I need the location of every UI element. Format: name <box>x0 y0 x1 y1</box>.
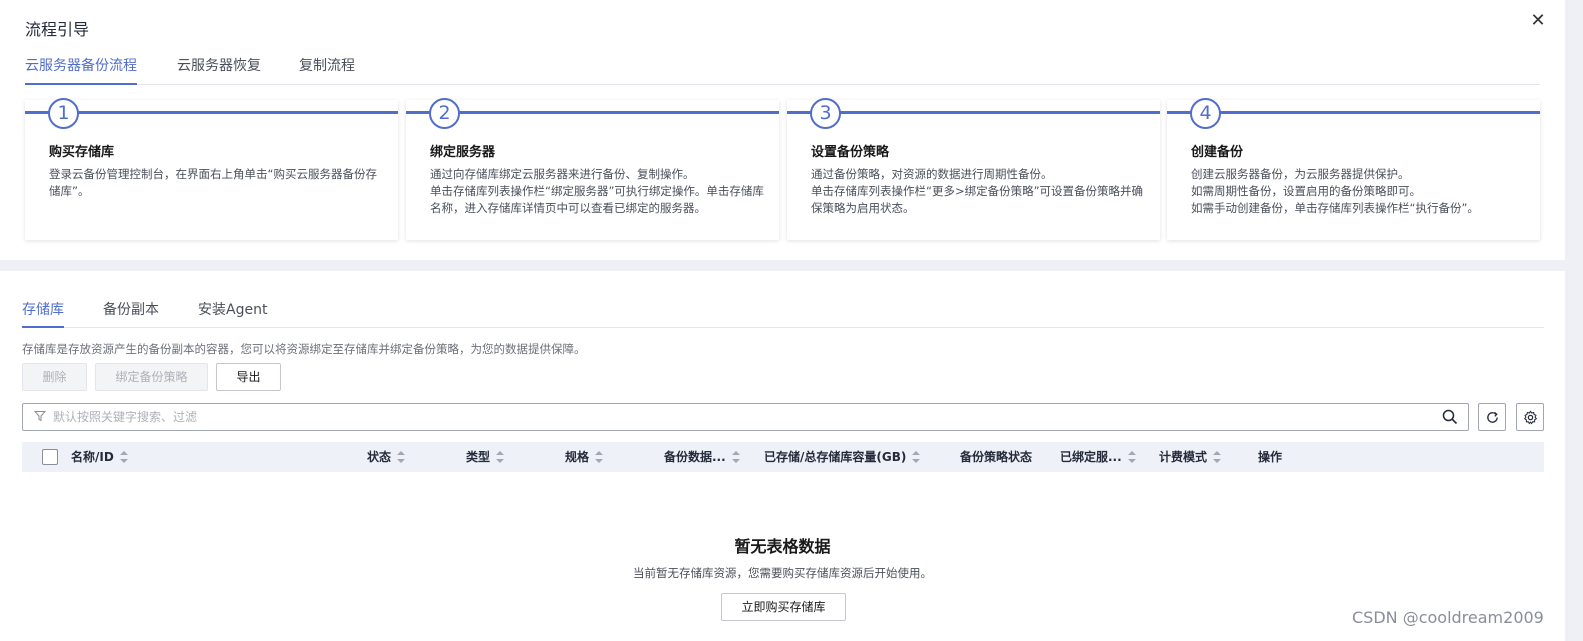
settings-button[interactable] <box>1516 403 1544 431</box>
search-input[interactable] <box>53 407 1433 427</box>
export-button[interactable]: 导出 <box>216 363 281 391</box>
step-title: 创建备份 <box>1191 145 1244 160</box>
step-card-4: 4 创建备份 创建云服务器备份，为云服务器提供保护。 如需周期性备份，设置启用的… <box>1167 98 1540 240</box>
tab-vaults[interactable]: 存储库 <box>22 299 64 328</box>
tab-install-agent[interactable]: 安装Agent <box>198 299 267 328</box>
step-title: 购买存储库 <box>49 145 115 160</box>
sort-icon[interactable] <box>595 450 604 463</box>
sort-icon[interactable] <box>731 450 740 463</box>
step-number: 4 <box>1190 98 1221 129</box>
select-all-checkbox[interactable] <box>42 449 58 465</box>
column-label: 类型 <box>466 450 491 464</box>
sort-icon[interactable] <box>496 450 505 463</box>
step-desc-line: 单击存储库列表操作栏“绑定服务器”可执行绑定操作。单击存储库名称，进入存储库详情… <box>430 184 764 215</box>
refresh-button[interactable] <box>1478 403 1506 431</box>
sort-icon[interactable] <box>1213 450 1222 463</box>
step-desc-line: 通过向存储库绑定云服务器来进行备份、复制操作。 <box>430 167 695 181</box>
column-label: 名称/ID <box>71 450 114 464</box>
step-card-1: 1 购买存储库 登录云备份管理控制台，在界面右上角单击“购买云服务器备份存储库”… <box>25 98 398 240</box>
tab-server-restore[interactable]: 云服务器恢复 <box>177 55 261 85</box>
step-line <box>1167 111 1540 114</box>
column-header-bound-servers[interactable]: 已绑定服... <box>1060 442 1136 472</box>
column-label: 状态 <box>367 450 392 464</box>
step-desc-line: 登录云备份管理控制台，在界面右上角单击“购买云服务器备份存储库”。 <box>49 167 377 198</box>
step-desc-line: 如需手动创建备份，单击存储库列表操作栏“执行备份”。 <box>1191 201 1479 215</box>
column-header-type[interactable]: 类型 <box>466 442 505 472</box>
column-header-billing[interactable]: 计费模式 <box>1159 442 1222 472</box>
step-desc-line: 通过备份策略，对资源的数据进行周期性备份。 <box>811 167 1053 181</box>
column-label: 已绑定服... <box>1060 450 1122 464</box>
close-icon[interactable]: ✕ <box>1529 12 1547 30</box>
step-description: 创建云服务器备份，为云服务器提供保护。 如需周期性备份，设置启用的备份策略即可。… <box>1191 166 1526 217</box>
step-card-2: 2 绑定服务器 通过向存储库绑定云服务器来进行备份、复制操作。 单击存储库列表操… <box>406 98 779 240</box>
empty-state-title: 暂无表格数据 <box>734 537 831 556</box>
column-header-policy-status: 备份策略状态 <box>960 450 1033 464</box>
guide-tabs: 云服务器备份流程 云服务器恢复 复制流程 <box>25 55 1540 85</box>
sort-icon[interactable] <box>119 450 128 463</box>
step-title: 绑定服务器 <box>430 145 496 160</box>
buy-vault-button[interactable]: 立即购买存储库 <box>721 593 846 621</box>
sort-icon[interactable] <box>1127 450 1136 463</box>
delete-button[interactable]: 删除 <box>22 363 87 391</box>
tab-server-backup-flow[interactable]: 云服务器备份流程 <box>25 55 137 85</box>
step-line <box>787 111 1160 114</box>
watermark: CSDN @cooldream2009 <box>1352 608 1544 627</box>
column-header-capacity[interactable]: 已存储/总存储库容量(GB) <box>764 442 921 472</box>
step-desc-line: 如需周期性备份，设置启用的备份策略即可。 <box>1191 184 1421 198</box>
steps-row: 1 购买存储库 登录云备份管理控制台，在界面右上角单击“购买云服务器备份存储库”… <box>25 98 1540 242</box>
step-desc-line: 单击存储库列表操作栏“更多>绑定备份策略”可设置备份策略并确保策略为启用状态。 <box>811 184 1144 215</box>
search-icon[interactable] <box>1442 409 1458 425</box>
main-tabs: 存储库 备份副本 安装Agent <box>22 293 1544 328</box>
search-bar <box>22 403 1469 431</box>
column-label: 备份数据... <box>664 450 726 464</box>
vault-panel: 存储库 备份副本 安装Agent 存储库是存放资源产生的备份副本的容器，您可以将… <box>0 271 1565 641</box>
step-description: 通过向存储库绑定云服务器来进行备份、复制操作。 单击存储库列表操作栏“绑定服务器… <box>430 166 765 217</box>
column-header-spec[interactable]: 规格 <box>565 442 604 472</box>
empty-state-description: 当前暂无存储库资源，您需要购买存储库资源后开始使用。 <box>633 566 932 580</box>
column-header-name[interactable]: 名称/ID <box>71 442 128 472</box>
step-number: 2 <box>429 98 460 129</box>
column-label: 规格 <box>565 450 590 464</box>
table-header: 名称/ID 状态 类型 规格 备份数据... 已存储/总存储库容量(GB) 备份… <box>22 442 1544 472</box>
bind-policy-button[interactable]: 绑定备份策略 <box>95 363 208 391</box>
column-label: 已存储/总存储库容量(GB) <box>764 450 907 464</box>
step-line <box>406 111 779 114</box>
tab-replication-flow[interactable]: 复制流程 <box>299 55 355 85</box>
step-card-3: 3 设置备份策略 通过备份策略，对资源的数据进行周期性备份。 单击存储库列表操作… <box>787 98 1160 240</box>
step-desc-line: 创建云服务器备份，为云服务器提供保护。 <box>1191 167 1410 181</box>
vault-description: 存储库是存放资源产生的备份副本的容器，您可以将资源绑定至存储库并绑定备份策略，为… <box>22 342 586 356</box>
column-label: 计费模式 <box>1159 450 1208 464</box>
step-title: 设置备份策略 <box>811 145 890 160</box>
tab-backups[interactable]: 备份副本 <box>103 299 159 328</box>
process-guide-panel: 流程引导 ✕ 云服务器备份流程 云服务器恢复 复制流程 1 购买存储库 登录云备… <box>0 0 1565 260</box>
guide-title: 流程引导 <box>25 20 90 39</box>
step-line <box>25 111 398 114</box>
column-header-backup-data[interactable]: 备份数据... <box>664 442 740 472</box>
column-header-operation: 操作 <box>1258 450 1283 464</box>
step-number: 3 <box>810 98 841 129</box>
column-header-status[interactable]: 状态 <box>367 442 406 472</box>
step-number: 1 <box>48 98 79 129</box>
filter-icon <box>33 410 48 424</box>
sort-icon[interactable] <box>912 450 921 463</box>
sort-icon[interactable] <box>397 450 406 463</box>
step-description: 登录云备份管理控制台，在界面右上角单击“购买云服务器备份存储库”。 <box>49 166 384 200</box>
step-description: 通过备份策略，对资源的数据进行周期性备份。 单击存储库列表操作栏“更多>绑定备份… <box>811 166 1146 217</box>
